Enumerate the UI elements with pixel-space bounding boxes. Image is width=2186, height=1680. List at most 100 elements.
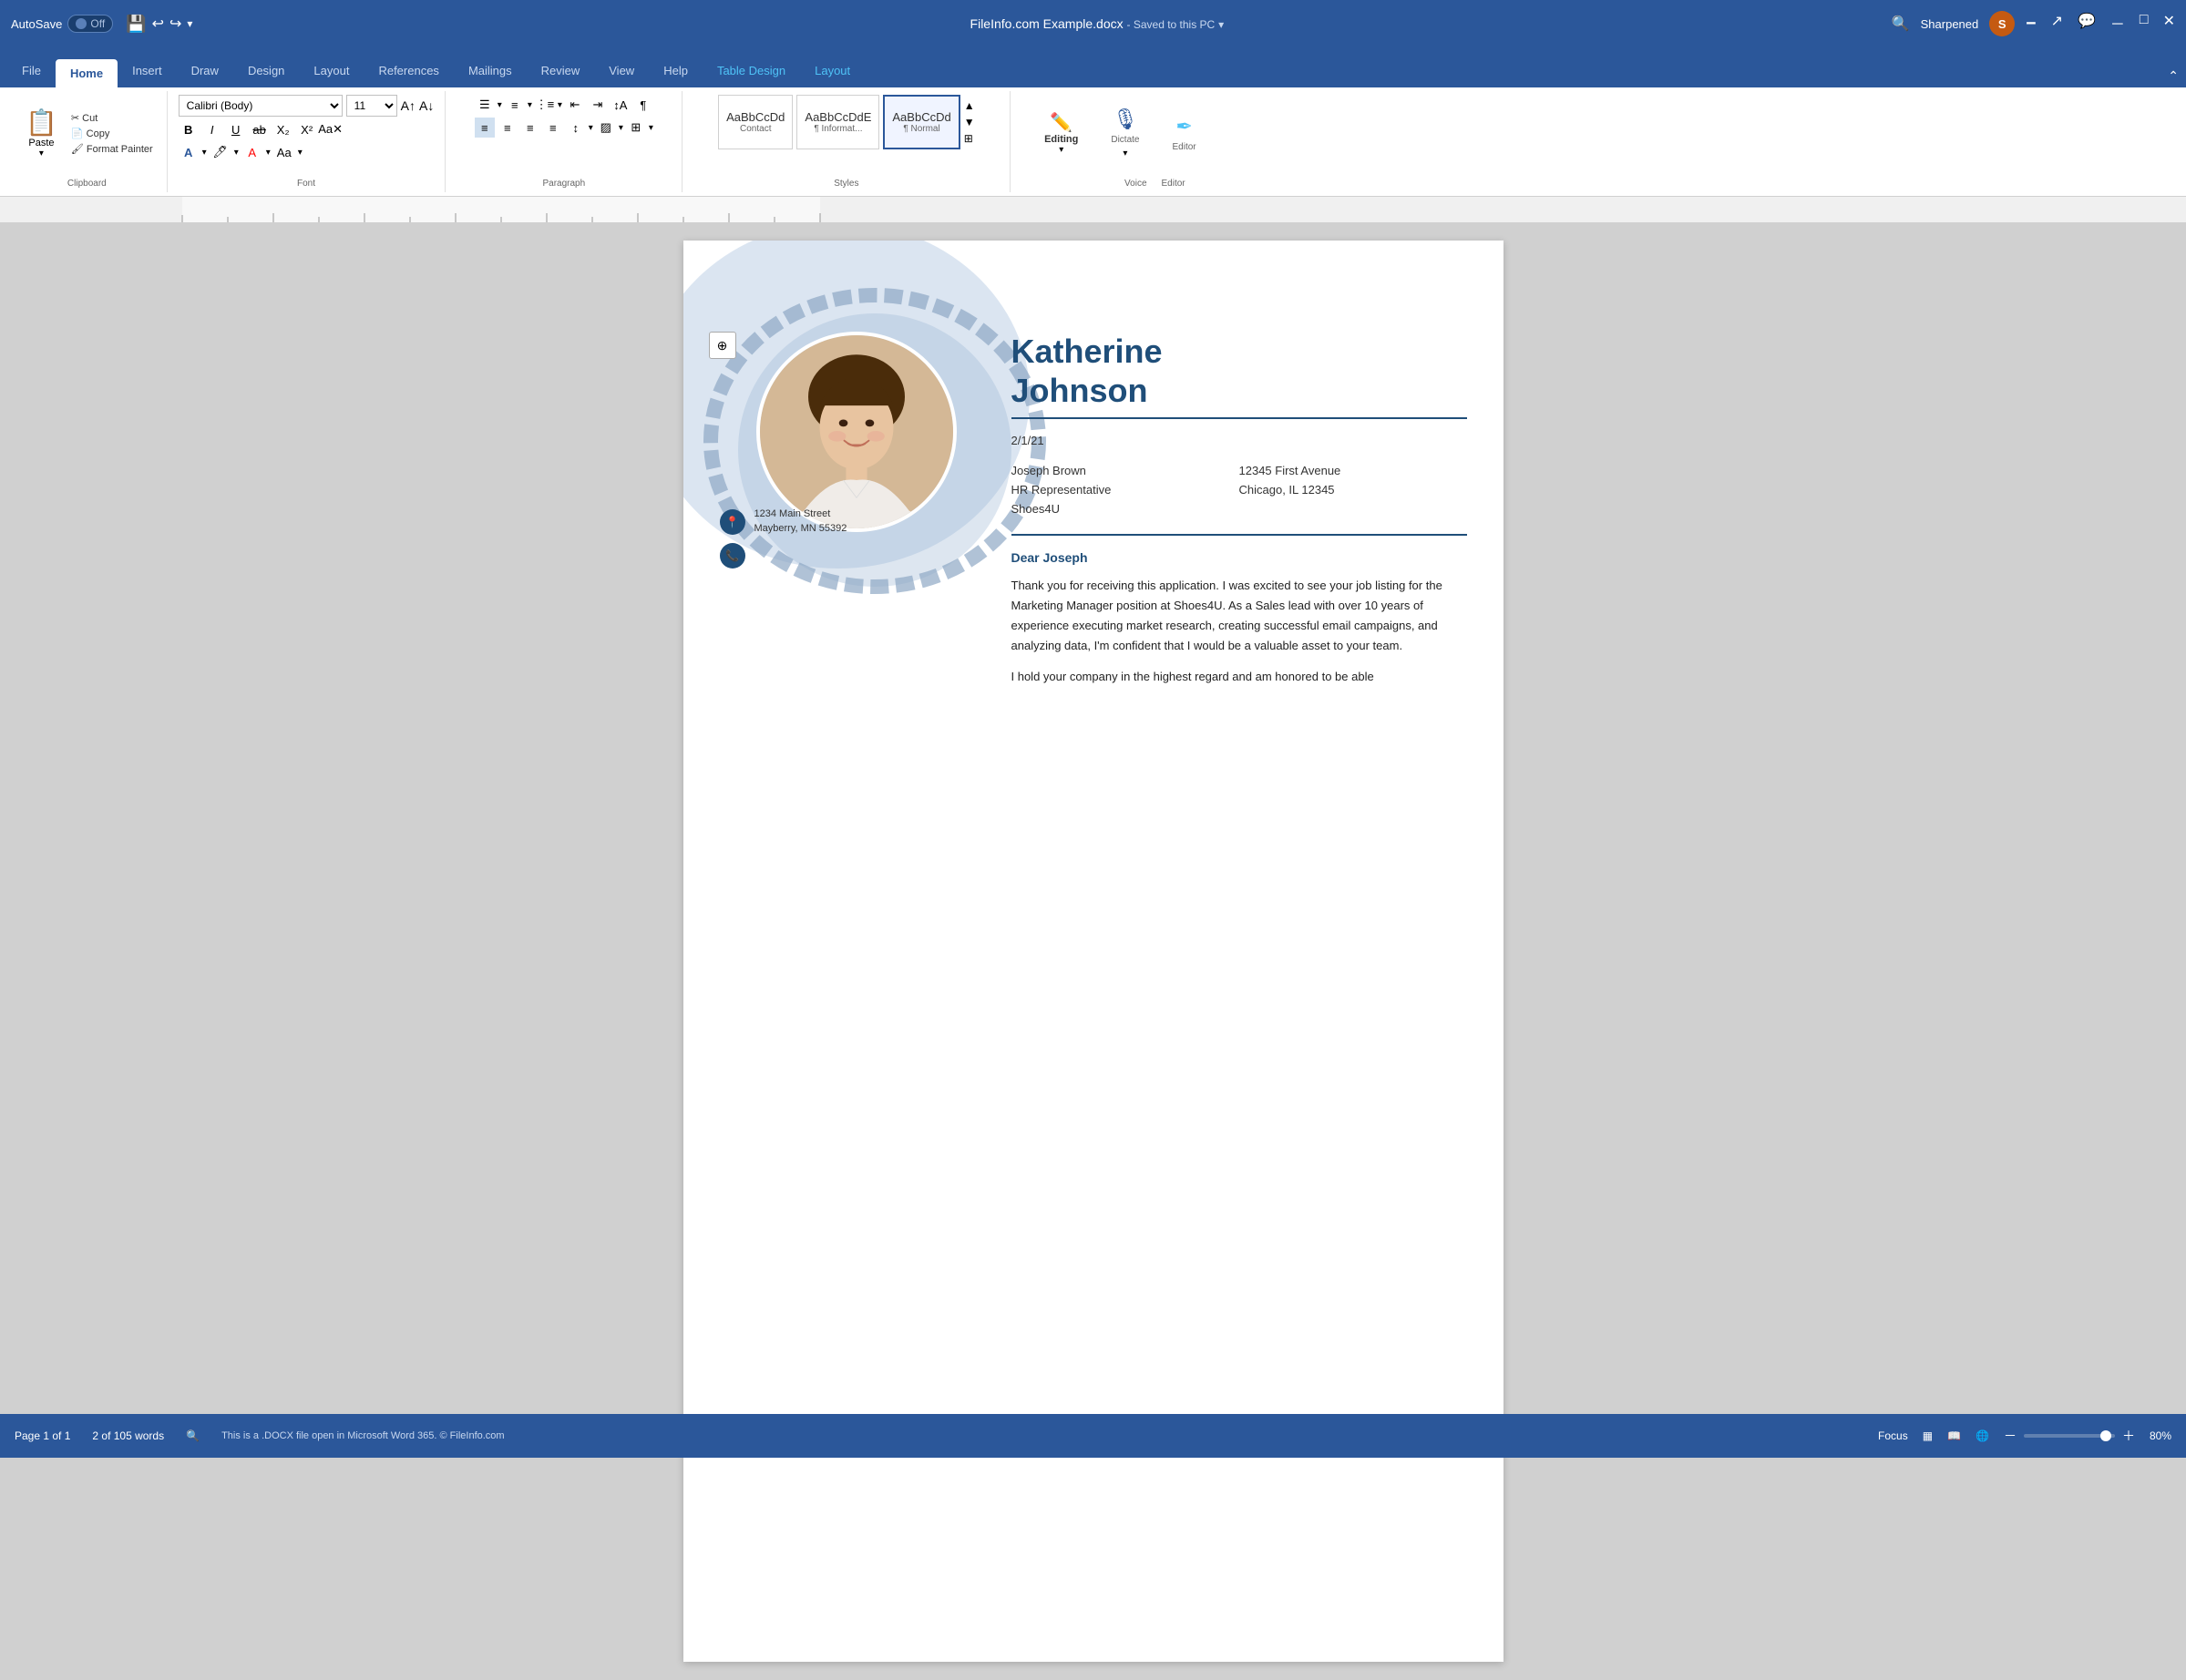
zoom-minus-icon[interactable]: －: [2004, 1427, 2017, 1445]
line-spacing-dropdown[interactable]: ▾: [589, 123, 593, 133]
ribbon-collapse-btn[interactable]: 🗕: [2026, 12, 2036, 36]
copy-button[interactable]: 📄 Copy: [68, 127, 156, 140]
clear-format-button[interactable]: Aa✕: [321, 119, 341, 139]
letter-date: 2/1/21: [1011, 434, 1467, 447]
editing-dropdown[interactable]: ▾: [1059, 145, 1063, 155]
autosave-toggle[interactable]: Off: [67, 15, 113, 33]
recipient-grid: Joseph Brown HR Representative Shoes4U 1…: [1011, 462, 1467, 518]
move-handle[interactable]: ⊕: [709, 332, 736, 359]
tab-layout2[interactable]: Layout: [800, 56, 865, 87]
subscript-button[interactable]: X₂: [273, 119, 293, 139]
numbering-button[interactable]: ≡: [505, 95, 525, 115]
zoom-track[interactable]: [2024, 1434, 2115, 1438]
font-color-dropdown[interactable]: ▾: [202, 148, 207, 158]
tab-review[interactable]: Review: [527, 56, 595, 87]
spell-check-icon[interactable]: 🔍: [186, 1429, 200, 1442]
dictate-dropdown[interactable]: ▾: [1123, 149, 1127, 159]
editor-button[interactable]: ✒ Editor: [1161, 111, 1206, 156]
font-size-select[interactable]: 11: [346, 95, 397, 117]
style-information[interactable]: AaBbCcDdE ¶ Informat...: [796, 95, 879, 149]
highlight-dropdown[interactable]: ▾: [234, 148, 239, 158]
text-color-dropdown[interactable]: ▾: [266, 148, 271, 158]
zoom-slider[interactable]: － ＋: [2004, 1427, 2135, 1445]
dictate-button[interactable]: 🎙 Dictate ▾: [1100, 104, 1150, 162]
strikethrough-button[interactable]: ab: [250, 119, 270, 139]
decrease-indent-button[interactable]: ⇤: [565, 95, 585, 115]
justify-button[interactable]: ≡: [543, 118, 563, 138]
change-case-dropdown[interactable]: ▾: [298, 148, 303, 158]
tab-design[interactable]: Design: [233, 56, 299, 87]
share-icon[interactable]: ↗: [2051, 12, 2063, 36]
saved-status-dropdown[interactable]: ▾: [1218, 18, 1224, 31]
increase-indent-button[interactable]: ⇥: [588, 95, 608, 115]
italic-button[interactable]: I: [202, 119, 222, 139]
bullets-button[interactable]: ☰: [475, 95, 495, 115]
shading-dropdown[interactable]: ▾: [619, 123, 623, 133]
text-color-button[interactable]: A: [242, 142, 262, 162]
font-name-select[interactable]: Calibri (Body): [179, 95, 343, 117]
user-avatar[interactable]: S: [1989, 11, 2015, 36]
font-color-button[interactable]: A: [179, 142, 199, 162]
search-icon[interactable]: 🔍: [1892, 15, 1910, 33]
format-painter-button[interactable]: 🖌 Format Painter: [68, 142, 156, 156]
numbering-dropdown[interactable]: ▾: [528, 100, 532, 110]
style-normal[interactable]: AaBbCcDd ¶ Normal: [883, 95, 960, 149]
show-marks-button[interactable]: ¶: [633, 95, 653, 115]
view-web-icon[interactable]: 🌐: [1976, 1429, 1989, 1442]
close-btn[interactable]: ✕: [2163, 12, 2175, 36]
tab-help[interactable]: Help: [649, 56, 703, 87]
style-contact[interactable]: AaBbCcDd Contact: [718, 95, 793, 149]
tab-layout[interactable]: Layout: [299, 56, 364, 87]
zoom-thumb[interactable]: [2100, 1430, 2111, 1441]
tab-insert[interactable]: Insert: [118, 56, 177, 87]
font-grow-icon[interactable]: A↑: [401, 98, 416, 113]
paste-dropdown[interactable]: ▾: [39, 149, 44, 159]
restore-btn[interactable]: □: [2140, 12, 2149, 36]
font-shrink-icon[interactable]: A↓: [419, 98, 434, 113]
tab-mailings[interactable]: Mailings: [454, 56, 527, 87]
redo-icon[interactable]: ↪: [169, 15, 181, 33]
multilevel-dropdown[interactable]: ▾: [558, 100, 562, 110]
tab-view[interactable]: View: [594, 56, 649, 87]
paste-button[interactable]: 📋 Paste ▾: [18, 104, 65, 162]
change-case-button[interactable]: Aa: [274, 142, 294, 162]
borders-button[interactable]: ⊞: [626, 118, 646, 138]
align-center-button[interactable]: ≡: [498, 118, 518, 138]
view-read-icon[interactable]: 📖: [1947, 1429, 1961, 1442]
shading-button[interactable]: ▨: [596, 118, 616, 138]
superscript-button[interactable]: X²: [297, 119, 317, 139]
para-row2: ≡ ≡ ≡ ≡ ↕ ▾ ▨ ▾ ⊞ ▾: [475, 118, 653, 138]
voice-editor-row: ✏️ Editing ▾ 🎙 Dictate ▾ ✒ Editor: [1033, 95, 1207, 171]
tab-references[interactable]: References: [364, 56, 453, 87]
comment-icon[interactable]: 💬: [2078, 12, 2096, 36]
line-spacing-button[interactable]: ↕: [566, 118, 586, 138]
borders-dropdown[interactable]: ▾: [649, 123, 653, 133]
cut-button[interactable]: ✂ Cut: [68, 111, 156, 125]
highlight-button[interactable]: 🖊: [210, 142, 231, 162]
underline-button[interactable]: U: [226, 119, 246, 139]
styles-more-icon[interactable]: ⊞: [964, 132, 975, 145]
tab-draw[interactable]: Draw: [177, 56, 233, 87]
align-left-button[interactable]: ≡: [475, 118, 495, 138]
save-icon[interactable]: 💾: [126, 15, 146, 34]
multilevel-button[interactable]: ⋮≡: [535, 95, 555, 115]
zoom-level[interactable]: 80%: [2150, 1429, 2171, 1442]
tab-home[interactable]: Home: [56, 59, 118, 87]
bullets-dropdown[interactable]: ▾: [498, 100, 502, 110]
tab-file[interactable]: File: [7, 56, 56, 87]
view-layout-icon[interactable]: ▦: [1923, 1429, 1933, 1442]
editing-mode-button[interactable]: ✏️ Editing ▾: [1033, 108, 1089, 159]
undo-icon[interactable]: ↩: [152, 15, 164, 33]
quick-access-dropdown-icon[interactable]: ▾: [187, 17, 192, 30]
styles-up-icon[interactable]: ▲: [964, 99, 975, 112]
zoom-plus-icon[interactable]: ＋: [2122, 1427, 2135, 1445]
sort-button[interactable]: ↕A: [611, 95, 631, 115]
tab-table-design[interactable]: Table Design: [703, 56, 800, 87]
document-area[interactable]: ⊕: [0, 222, 2186, 1680]
styles-down-icon[interactable]: ▼: [964, 116, 975, 128]
collapse-ribbon-icon[interactable]: ⌃: [2168, 68, 2179, 84]
align-right-button[interactable]: ≡: [520, 118, 540, 138]
minimize-btn[interactable]: －: [2110, 12, 2125, 36]
focus-button[interactable]: Focus: [1878, 1429, 1908, 1442]
bold-button[interactable]: B: [179, 119, 199, 139]
